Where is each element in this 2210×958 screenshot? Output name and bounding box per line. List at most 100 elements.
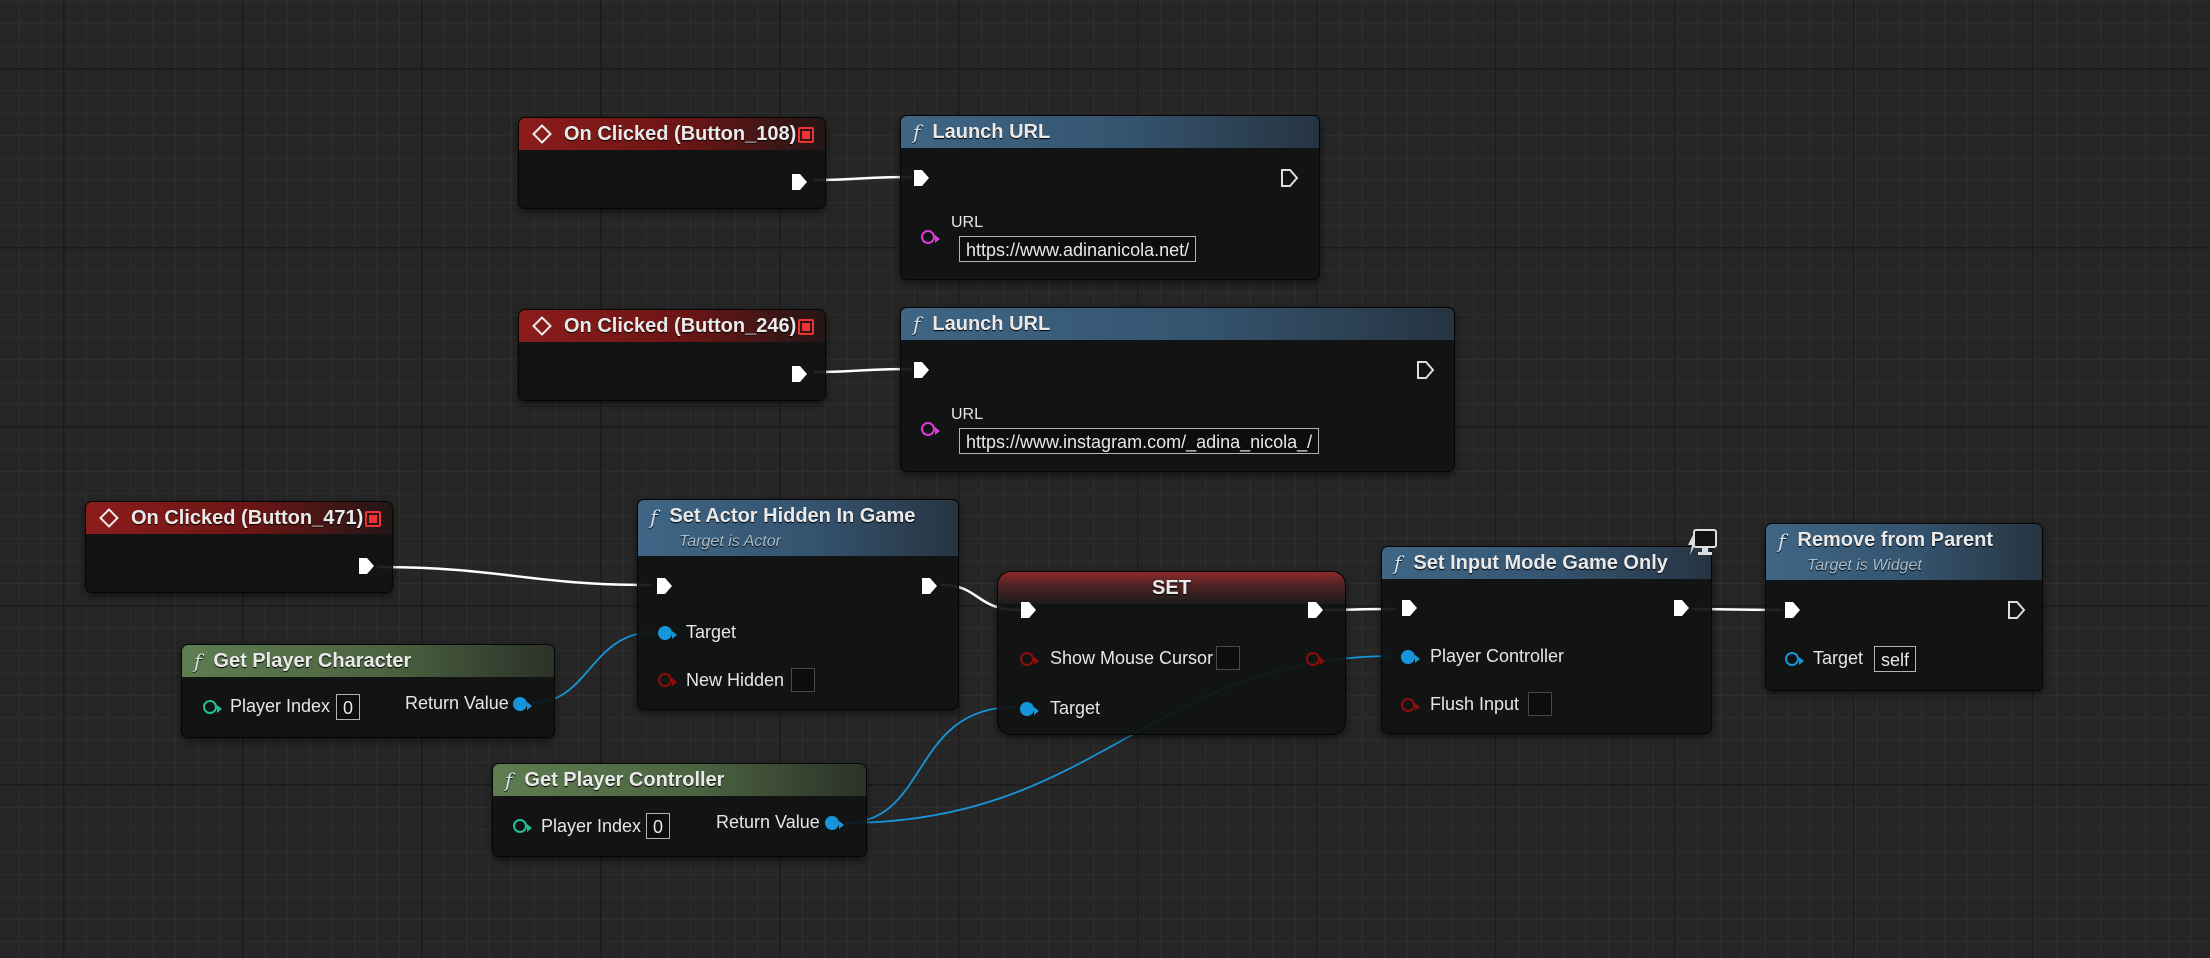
- player-controller-pin[interactable]: [1401, 650, 1420, 664]
- pure-node-header: f Get Player Controller: [493, 764, 866, 796]
- show-mouse-checkbox[interactable]: [1216, 646, 1240, 670]
- launch-url-node-1[interactable]: f Launch URL URL https://www.adinanicola…: [900, 115, 1320, 280]
- event-title: On Clicked (Button_471): [131, 506, 364, 529]
- pure-node-header: f Get Player Character: [182, 645, 554, 677]
- target-pin[interactable]: [1020, 702, 1039, 716]
- event-node-header: On Clicked (Button_471): [86, 502, 392, 534]
- player-index-label: Player Index: [541, 816, 642, 836]
- flush-input-pin[interactable]: [1401, 698, 1420, 712]
- target-label: Target: [1813, 648, 1864, 668]
- delegate-square-icon[interactable]: [365, 511, 381, 527]
- exec-out-pin[interactable]: [789, 172, 809, 192]
- player-controller-label: Player Controller: [1430, 646, 1565, 666]
- flush-input-checkbox[interactable]: [1528, 692, 1552, 716]
- node-title: Launch URL: [932, 120, 1051, 143]
- exec-out-pin[interactable]: [1415, 360, 1435, 380]
- exec-in-pin[interactable]: [1018, 600, 1038, 620]
- return-value-pin[interactable]: [513, 697, 532, 711]
- event-node-button-246[interactable]: On Clicked (Button_246): [518, 309, 826, 401]
- object-wire-controller-set-target: [844, 706, 1016, 824]
- function-node-header: f Launch URL: [901, 308, 1454, 340]
- exec-out-pin[interactable]: [789, 364, 809, 384]
- set-show-mouse-node[interactable]: SET Show Mouse Cursor Target: [997, 571, 1346, 735]
- function-icon: f: [913, 120, 921, 144]
- node-title: Get Player Controller: [524, 768, 725, 791]
- exec-out-pin[interactable]: [2006, 600, 2026, 620]
- node-title: Get Player Character: [213, 649, 412, 672]
- event-node-header: On Clicked (Button_108): [519, 118, 825, 150]
- delegate-square-icon[interactable]: [798, 127, 814, 143]
- exec-out-pin[interactable]: [356, 556, 376, 576]
- node-title: Launch URL: [932, 312, 1051, 335]
- event-diamond-icon: [532, 316, 552, 336]
- variable-set-header: SET: [998, 572, 1345, 604]
- network-monitor-icon: [1688, 529, 1717, 555]
- player-index-pin[interactable]: [513, 819, 532, 833]
- node-subtitle: Target is Widget: [1807, 557, 1922, 574]
- event-title: On Clicked (Button_108): [564, 122, 797, 145]
- show-mouse-out-pin[interactable]: [1306, 652, 1325, 666]
- remove-from-parent-node[interactable]: f Remove from Parent Target is Widget Ta…: [1765, 523, 2043, 691]
- function-icon: f: [1394, 551, 1402, 575]
- function-icon: f: [913, 312, 921, 336]
- set-input-mode-node[interactable]: f Set Input Mode Game Only Player Contro…: [1381, 529, 1717, 734]
- flush-input-label: Flush Input: [1430, 694, 1520, 714]
- new-hidden-pin[interactable]: [658, 673, 677, 687]
- get-player-character-node[interactable]: f Get Player Character Player Index 0 Re…: [181, 644, 555, 738]
- exec-out-pin[interactable]: [919, 576, 939, 596]
- show-mouse-pin[interactable]: [1020, 652, 1039, 666]
- exec-in-pin[interactable]: [1782, 600, 1802, 620]
- get-player-controller-node[interactable]: f Get Player Controller Player Index 0 R…: [492, 763, 867, 857]
- event-title: On Clicked (Button_246): [564, 314, 797, 337]
- player-index-pin[interactable]: [203, 700, 222, 714]
- exec-wire-246: [813, 367, 912, 374]
- target-label: Target: [686, 622, 737, 642]
- player-index-input[interactable]: 0: [646, 813, 671, 839]
- show-mouse-label: Show Mouse Cursor: [1050, 648, 1214, 668]
- function-icon: f: [650, 505, 658, 529]
- target-pin[interactable]: [1785, 652, 1804, 666]
- exec-in-pin[interactable]: [911, 168, 931, 188]
- url-input[interactable]: https://www.adinanicola.net/: [959, 236, 1197, 262]
- exec-in-pin[interactable]: [911, 360, 931, 380]
- return-value-pin[interactable]: [825, 816, 844, 830]
- exec-wire-108: [813, 175, 912, 182]
- url-pin[interactable]: [921, 230, 940, 244]
- url-pin[interactable]: [921, 422, 940, 436]
- event-diamond-icon: [99, 508, 119, 528]
- function-node-header: f Launch URL: [901, 116, 1319, 148]
- event-node-button-108[interactable]: On Clicked (Button_108): [518, 117, 826, 209]
- player-index-input[interactable]: 0: [336, 694, 361, 720]
- target-pin[interactable]: [658, 626, 677, 640]
- new-hidden-label: New Hidden: [686, 670, 785, 690]
- function-node-header: f Set Actor Hidden In Game Target is Act…: [638, 500, 958, 556]
- delegate-square-icon[interactable]: [798, 319, 814, 335]
- target-self-input[interactable]: self: [1874, 646, 1917, 672]
- player-index-label: Player Index: [230, 696, 331, 716]
- return-value-label: Return Value: [716, 812, 820, 832]
- set-actor-hidden-node[interactable]: f Set Actor Hidden In Game Target is Act…: [637, 499, 959, 710]
- launch-url-node-2[interactable]: f Launch URL URL https://www.instagram.c…: [900, 307, 1455, 472]
- return-value-label: Return Value: [405, 693, 509, 713]
- node-title: SET: [1152, 576, 1191, 599]
- exec-out-pin[interactable]: [1305, 600, 1325, 620]
- event-node-button-471[interactable]: On Clicked (Button_471): [85, 501, 393, 593]
- function-icon: f: [1778, 529, 1786, 553]
- node-title: Remove from Parent: [1797, 529, 1994, 551]
- target-label: Target: [1050, 698, 1101, 718]
- node-subtitle: Target is Actor: [679, 533, 781, 550]
- url-label: URL: [951, 214, 984, 231]
- exec-out-pin[interactable]: [1279, 168, 1299, 188]
- new-hidden-checkbox[interactable]: [791, 668, 815, 692]
- exec-in-pin[interactable]: [654, 576, 674, 596]
- url-input[interactable]: https://www.instagram.com/_adina_nicola_…: [959, 428, 1320, 454]
- node-title: Set Actor Hidden In Game: [669, 505, 916, 527]
- exec-wire-471: [376, 565, 652, 587]
- exec-in-pin[interactable]: [1399, 598, 1419, 618]
- exec-out-pin[interactable]: [1671, 598, 1691, 618]
- event-diamond-icon: [532, 124, 552, 144]
- event-node-header: On Clicked (Button_246): [519, 310, 825, 342]
- function-icon: f: [505, 768, 513, 792]
- function-icon: f: [194, 649, 202, 673]
- function-node-header: f Set Input Mode Game Only: [1382, 547, 1711, 579]
